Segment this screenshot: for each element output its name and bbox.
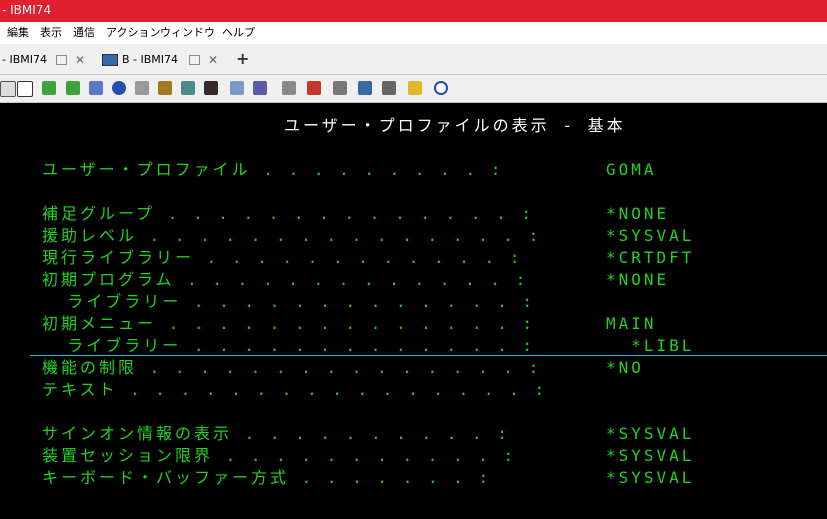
receive-icon[interactable] <box>66 81 80 95</box>
field-value: *SYSVAL <box>606 226 695 245</box>
new-tab-plus-icon[interactable]: + <box>236 48 249 70</box>
settings-icon[interactable] <box>282 81 296 95</box>
field-value: *NO <box>606 358 644 377</box>
close-icon[interactable]: ✕ <box>74 54 86 66</box>
monitor-icon <box>102 54 118 66</box>
clipboard-icon[interactable] <box>135 81 149 95</box>
menu-view[interactable]: 表示 <box>40 22 62 44</box>
keypad-icon[interactable] <box>181 81 195 95</box>
terminal-screen[interactable]: ユーザー・プロファイルの表示 - 基本 ユーザー・プロファイル . . . . … <box>0 103 827 519</box>
field-label: 初期プログラム . . . . . . . . . . . . . : <box>42 270 529 289</box>
print-icon[interactable] <box>89 81 103 95</box>
field-label: 補足グループ . . . . . . . . . . . . . . : <box>42 204 535 223</box>
field-value: *SYSVAL <box>606 424 695 443</box>
send-icon[interactable] <box>42 81 56 95</box>
field-label: 現行ライブラリー . . . . . . . . . . . . : <box>42 248 523 267</box>
maximize-icon[interactable] <box>56 55 67 65</box>
field-label: 機能の制限 . . . . . . . . . . . . . . . : <box>42 358 542 377</box>
help-icon[interactable] <box>434 81 448 95</box>
record-icon[interactable] <box>204 81 218 95</box>
field-label: ユーザー・プロファイル . . . . . . . . . : <box>42 160 504 179</box>
field-label: テキスト . . . . . . . . . . . . . . . . : <box>42 380 548 399</box>
display-icon[interactable] <box>230 81 244 95</box>
menu-edit[interactable]: 編集 <box>7 22 29 44</box>
menu-help[interactable]: ヘルプ <box>222 22 255 44</box>
grid-icon[interactable] <box>253 81 267 95</box>
field-label: 装置セッション限界 . . . . . . . . . . . : <box>42 446 517 465</box>
macro-icon[interactable] <box>158 81 172 95</box>
session-tab-bar: - IBMI74 ✕ B - IBMI74 ✕ + <box>0 44 827 75</box>
screen-title: ユーザー・プロファイルの表示 - 基本 <box>284 116 626 135</box>
field-value: *NONE <box>606 204 670 223</box>
field-value: *LIBL <box>606 336 695 355</box>
field-value: GOMA <box>606 160 657 179</box>
window-title: - IBMI74 <box>2 3 52 17</box>
notes-icon[interactable] <box>408 81 422 95</box>
transfer-icon[interactable] <box>358 81 372 95</box>
disk-icon[interactable] <box>307 81 321 95</box>
field-label: サインオン情報の表示 . . . . . . . . . . : <box>42 424 510 443</box>
field-value: MAIN <box>606 314 657 333</box>
tab-session-a[interactable]: - IBMI74 ✕ <box>0 48 95 72</box>
tab-label: B - IBMI74 <box>122 53 179 66</box>
menu-communication[interactable]: 通信 <box>73 22 95 44</box>
menu-window[interactable]: ウィンドウ <box>160 22 215 44</box>
field-label: ライブラリー . . . . . . . . . . . . . : <box>42 336 535 355</box>
queue-icon[interactable] <box>333 81 347 95</box>
menu-action[interactable]: アクション <box>106 22 160 44</box>
field-label: キーボード・バッファー方式 . . . . . . . : <box>42 468 492 487</box>
field-value: *SYSVAL <box>606 446 695 465</box>
cursor-rule-line <box>30 355 827 356</box>
maximize-icon[interactable] <box>189 55 200 65</box>
field-label: ライブラリー . . . . . . . . . . . . . : <box>42 292 535 311</box>
window-title-bar: - IBMI74 <box>0 0 827 22</box>
field-value: *SYSVAL <box>606 468 695 487</box>
close-icon[interactable]: ✕ <box>207 54 219 66</box>
copy-icon[interactable] <box>0 81 16 97</box>
paste-icon[interactable] <box>17 81 33 97</box>
monitor-icon[interactable] <box>382 81 396 95</box>
field-value: *CRTDFT <box>606 248 695 267</box>
field-label: 援助レベル . . . . . . . . . . . . . . . : <box>42 226 542 245</box>
compass-icon[interactable] <box>112 81 126 95</box>
field-label: 初期メニュー . . . . . . . . . . . . . . : <box>42 314 535 333</box>
menu-bar: 編集 表示 通信 アクション ウィンドウ ヘルプ <box>0 22 827 44</box>
toolbar <box>0 75 827 103</box>
field-value: *NONE <box>606 270 670 289</box>
tab-session-b[interactable]: B - IBMI74 ✕ <box>100 48 230 72</box>
tab-label: - IBMI74 <box>2 53 47 66</box>
